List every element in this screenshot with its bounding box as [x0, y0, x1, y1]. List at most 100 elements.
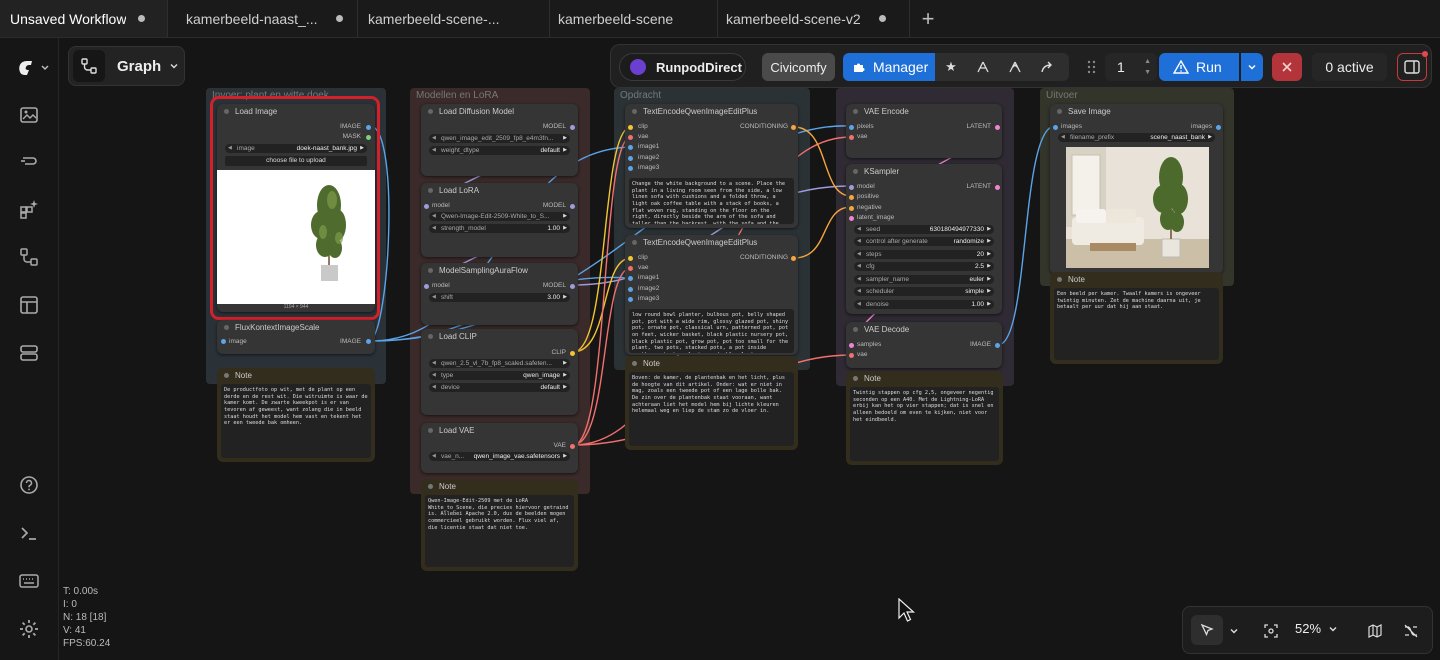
star-icon[interactable]: ★	[935, 53, 967, 81]
weight-dtype-select[interactable]: weight_dtypedefault	[429, 146, 570, 155]
port-vae-in[interactable]	[628, 266, 633, 271]
model-download-icon[interactable]	[976, 60, 990, 74]
hide-links-icon[interactable]	[1403, 623, 1419, 639]
notification-dot-icon	[1422, 51, 1428, 57]
port-clip-in[interactable]	[628, 256, 633, 261]
port-conditioning-out[interactable]	[791, 256, 796, 261]
port-image1-in[interactable]	[628, 276, 633, 281]
note-node-models[interactable]: Note Qwen-Image-Edit-2509 met de LoRA Wh…	[421, 479, 578, 571]
port-image2-in[interactable]	[628, 156, 633, 161]
port-positive-in[interactable]	[849, 195, 854, 200]
load-clip-node[interactable]: Load CLIP CLIP qwen_2.5_vl_7b_fp8_scaled…	[421, 329, 578, 415]
minimap-icon[interactable]	[1367, 623, 1383, 639]
control-after-generate-select[interactable]: control after generaterandomize	[854, 237, 994, 246]
steps-input[interactable]: steps20	[854, 250, 994, 259]
zoom-level-dropdown[interactable]: 52%	[1295, 621, 1338, 636]
render-stats: T: 0.00s I: 0 N: 18 [18] V: 41 FPS:60.24	[63, 586, 111, 649]
chevron-down-icon	[170, 64, 178, 69]
load-diffusion-model-node[interactable]: Load Diffusion Model MODEL qwen_image_ed…	[421, 104, 578, 176]
port-image-in[interactable]	[221, 339, 226, 344]
negative-prompt-textarea[interactable]: low round bowl planter, bulbous pot, bel…	[629, 309, 794, 353]
save-image-node[interactable]: Save Image images images filename_prefix…	[1050, 104, 1223, 274]
fit-view-icon[interactable]	[1263, 623, 1279, 639]
port-vae-in[interactable]	[849, 135, 854, 140]
chevron-down-icon[interactable]	[1229, 626, 1239, 636]
port-images-out[interactable]	[1216, 125, 1221, 130]
port-latent-out[interactable]	[995, 185, 1000, 190]
cancel-run-button[interactable]	[1272, 53, 1302, 81]
port-vae-out[interactable]	[570, 444, 575, 449]
model-update-icon[interactable]	[1008, 60, 1022, 74]
vae-name-select[interactable]: vae_n...qwen_image_vae.safetensors	[429, 452, 570, 461]
port-images-in[interactable]	[1053, 125, 1058, 130]
port-model-out[interactable]	[570, 125, 575, 130]
note-node-input[interactable]: Note De productfoto op wit, met de plant…	[217, 368, 375, 462]
note-node-prompt[interactable]: Note Boven: de kamer, de plantenbak en h…	[625, 356, 798, 450]
port-model-in[interactable]	[849, 185, 854, 190]
port-model-out[interactable]	[570, 204, 575, 209]
vae-encode-node[interactable]: VAE Encode pixels vae LATENT	[846, 104, 1002, 158]
text-encode-negative-node[interactable]: TextEncodeQwenImageEditPlus clip vae ima…	[625, 235, 798, 355]
runpod-direct-button[interactable]: RunpodDirect	[619, 53, 746, 81]
device-select[interactable]: devicedefault	[429, 383, 570, 392]
note-node-sampling[interactable]: Note Twintig stappen op cfg 2,5, ongevee…	[846, 371, 1003, 465]
port-image-out[interactable]	[366, 339, 371, 344]
run-options-dropdown[interactable]	[1241, 53, 1263, 81]
shift-input[interactable]: shift3.00	[429, 293, 570, 302]
cfg-input[interactable]: cfg2.5	[854, 262, 994, 271]
port-image3-in[interactable]	[628, 297, 633, 302]
positive-prompt-textarea[interactable]: Change the white background to a scene. …	[629, 178, 794, 224]
port-vae-in[interactable]	[849, 353, 854, 358]
port-latent-out[interactable]	[995, 125, 1000, 130]
graph-icon	[73, 50, 105, 82]
port-conditioning-out[interactable]	[791, 125, 796, 130]
port-latent-in[interactable]	[849, 216, 854, 221]
puzzle-icon	[854, 63, 865, 72]
manager-group: Manager ★	[843, 53, 1069, 81]
warning-icon	[1173, 60, 1189, 74]
stepper-arrows-icon[interactable]: ▲ ▼	[1144, 56, 1151, 78]
port-negative-in[interactable]	[849, 206, 854, 211]
active-queue-button[interactable]: 0 active	[1312, 53, 1387, 81]
sampler-name-select[interactable]: sampler_nameeuler	[854, 275, 994, 284]
lora-name-select[interactable]: Qwen-Image-Edit-2509-White_to_S...	[429, 212, 570, 221]
text-encode-positive-node[interactable]: TextEncodeQwenImageEditPlus clip vae ima…	[625, 104, 798, 228]
ksampler-node[interactable]: KSampler model positive negative latent_…	[846, 164, 1002, 314]
model-sampling-auraflow-node[interactable]: ModelSamplingAuraFlow model MODEL shift3…	[421, 263, 578, 325]
port-samples-in[interactable]	[849, 343, 854, 348]
select-tool-button[interactable]	[1191, 615, 1223, 645]
filename-prefix-input[interactable]: filename_prefixscene_naast_bank	[1058, 133, 1215, 142]
port-image-out[interactable]	[995, 343, 1000, 348]
port-model-in[interactable]	[424, 284, 429, 289]
unet-name-select[interactable]: qwen_image_edit_2509_fp8_e4m3fn...	[429, 134, 570, 143]
seed-input[interactable]: seed630180494977330	[854, 225, 994, 234]
clip-type-select[interactable]: typeqwen_image	[429, 371, 570, 380]
port-clip-in[interactable]	[628, 125, 633, 130]
civicomfy-button[interactable]: Civicomfy	[762, 53, 835, 81]
share-arrow-icon[interactable]	[1040, 60, 1054, 74]
load-vae-node[interactable]: Load VAE VAE vae_n...qwen_image_vae.safe…	[421, 423, 578, 473]
clip-name-select[interactable]: qwen_2.5_vl_7b_fp8_scaled.safeten...	[429, 359, 570, 368]
manager-button[interactable]: Manager	[843, 53, 935, 81]
port-image3-in[interactable]	[628, 166, 633, 171]
drag-handle-icon[interactable]	[1087, 60, 1097, 74]
run-button[interactable]: Run	[1159, 53, 1239, 81]
graph-mode-button[interactable]: Graph	[68, 46, 185, 86]
load-lora-node[interactable]: Load LoRA model MODEL Qwen-Image-Edit-25…	[421, 183, 578, 257]
scheduler-select[interactable]: schedulersimple	[854, 287, 994, 296]
port-vae-in[interactable]	[628, 135, 633, 140]
denoise-input[interactable]: denoise1.00	[854, 300, 994, 309]
note-node-output[interactable]: Note Een beeld per kamer. Twaalf kamers …	[1050, 272, 1223, 364]
port-clip-out[interactable]	[570, 351, 575, 356]
wire-vae	[572, 267, 632, 446]
vae-decode-node[interactable]: VAE Decode samples vae IMAGE	[846, 322, 1002, 368]
toggle-panel-button[interactable]	[1397, 51, 1428, 81]
strength-model-input[interactable]: strength_model1.00	[429, 224, 570, 233]
port-pixels-in[interactable]	[849, 125, 854, 130]
flux-kontext-image-scale-node[interactable]: FluxKontextImageScale image IMAGE	[217, 320, 375, 354]
port-model-out[interactable]	[570, 284, 575, 289]
port-image1-in[interactable]	[628, 145, 633, 150]
queue-count-stepper[interactable]: 1 ▲ ▼	[1105, 53, 1157, 81]
port-model-in[interactable]	[424, 204, 429, 209]
port-image2-in[interactable]	[628, 287, 633, 292]
